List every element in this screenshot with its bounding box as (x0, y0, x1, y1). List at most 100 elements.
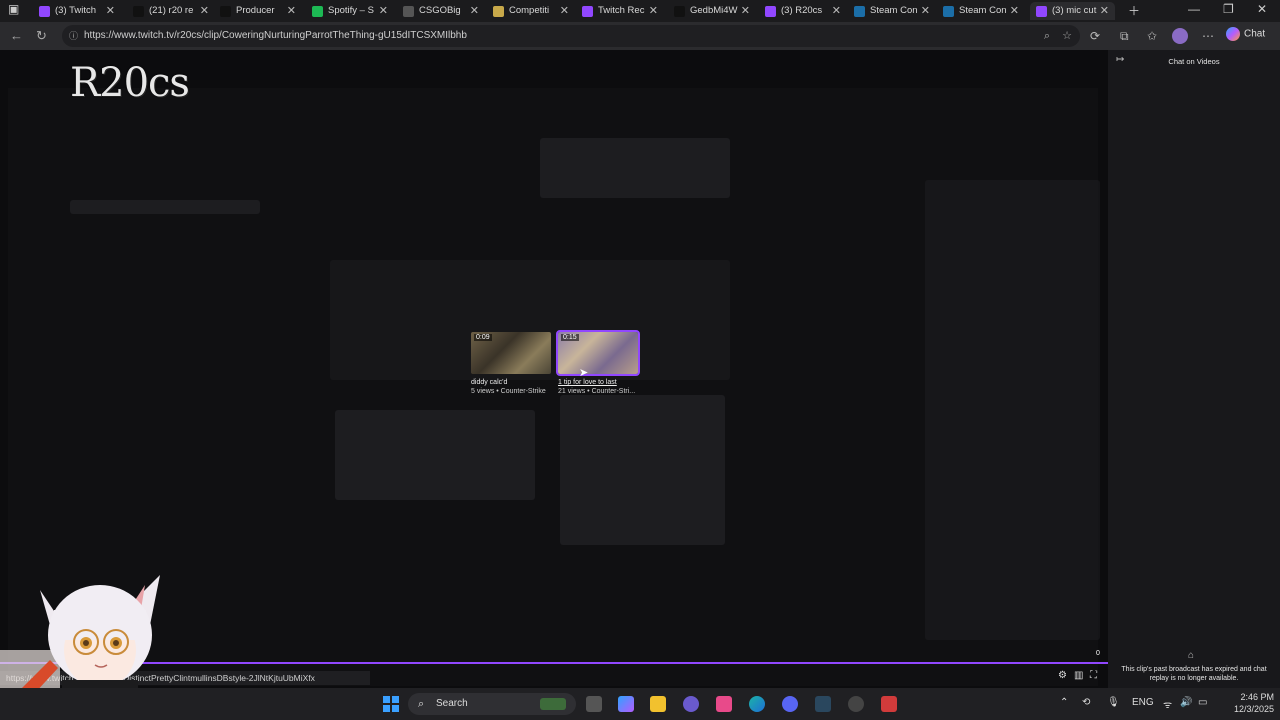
viewer-count: 0 (1096, 650, 1100, 657)
tab-favicon-icon (854, 6, 865, 17)
browser-tab[interactable]: CSGOBig ✕ (397, 2, 485, 20)
close-window-button[interactable]: ✕ (1257, 2, 1267, 16)
refresh-button[interactable]: ↻ (36, 28, 47, 44)
dim-shape (560, 395, 725, 545)
wifi-icon[interactable]: ᯤ (1163, 697, 1172, 711)
app-icon[interactable] (716, 696, 732, 712)
browser-tab[interactable]: (3) mic cut ✕ (1030, 2, 1115, 20)
clip-thumbnail[interactable]: 0:09 (471, 332, 551, 374)
tab-label: (3) mic cut (1052, 5, 1097, 16)
browser-tab[interactable]: Spotify – S ✕ (306, 2, 394, 20)
edge-browser-icon[interactable] (749, 696, 765, 712)
watermark-text: R20cs (70, 60, 190, 106)
tab-close-icon[interactable]: ✕ (379, 2, 388, 20)
browser-tab[interactable]: (21) r20 re ✕ (127, 2, 215, 20)
language-indicator[interactable]: ENG (1132, 697, 1154, 708)
clip-duration: 0:15 (561, 334, 579, 341)
site-info-icon[interactable]: ⓘ (69, 25, 78, 47)
tab-close-icon[interactable]: ✕ (470, 2, 479, 20)
settings-gear-icon[interactable]: ⚙ (1058, 670, 1067, 681)
favorite-star-icon[interactable]: ☆ (1062, 25, 1072, 47)
split-screen-icon[interactable]: ⧉ (1120, 29, 1129, 44)
copilot-chat-button[interactable]: Chat (1226, 27, 1265, 41)
windows-taskbar: ⌕ Search ⌃ ⟲ 🎙 ENG ᯤ 🔊 ▭ 2:46 PM 12/3/20… (0, 688, 1280, 720)
tab-close-icon[interactable]: ✕ (1100, 2, 1109, 20)
profile-avatar[interactable] (1172, 28, 1188, 44)
battery-icon[interactable]: ▭ (1198, 697, 1207, 708)
browser-tab[interactable]: Twitch Rec ✕ (576, 2, 664, 20)
clip-title[interactable]: diddy calc'd (471, 379, 507, 386)
windows-start-icon[interactable] (383, 696, 399, 712)
tab-favicon-icon (220, 6, 231, 17)
microphone-icon[interactable]: 🎙 (1107, 697, 1120, 708)
tab-close-icon[interactable]: ✕ (649, 2, 658, 20)
taskbar-search[interactable]: ⌕ Search (408, 693, 576, 715)
discord-icon[interactable] (782, 696, 798, 712)
chat-button-label: Chat (1244, 28, 1266, 40)
fullscreen-icon[interactable]: ⛶ (1090, 670, 1097, 681)
tab-close-icon[interactable]: ✕ (287, 2, 296, 20)
tab-actions-icon[interactable]: ▣ (8, 2, 19, 16)
copilot-icon (1226, 27, 1240, 41)
zoom-icon[interactable]: ⌕ (1044, 25, 1050, 47)
browser-tab[interactable]: (3) R20cs ✕ (759, 2, 847, 20)
new-tab-button[interactable]: ＋ (1128, 2, 1140, 19)
copilot-app-icon[interactable] (618, 696, 634, 712)
file-explorer-icon[interactable] (650, 696, 666, 712)
search-label: Search (436, 698, 468, 709)
browser-tab[interactable]: Steam Con ✕ (848, 2, 936, 20)
app-icon[interactable] (881, 696, 897, 712)
browser-tab[interactable]: Steam Con ✕ (937, 2, 1025, 20)
url-bar[interactable]: ⓘ https://www.twitch.tv/r20cs/clip/Cower… (62, 25, 1080, 47)
restore-button[interactable]: ❐ (1223, 2, 1234, 16)
tab-favicon-icon (1036, 6, 1047, 17)
extension-icon[interactable]: ⟳ (1090, 29, 1100, 43)
clip-meta: 5 views • Counter-Strike (471, 388, 546, 395)
tab-label: Competiti (509, 5, 550, 16)
tab-close-icon[interactable]: ✕ (106, 2, 115, 20)
tab-favicon-icon (943, 6, 954, 17)
browser-tab[interactable]: Competiti ✕ (487, 2, 575, 20)
favorites-icon[interactable]: ✩ (1147, 29, 1157, 43)
proton-vpn-icon[interactable] (683, 696, 699, 712)
tab-label: Steam Con (959, 5, 1007, 16)
tab-label: (21) r20 re (149, 5, 194, 16)
volume-icon[interactable]: 🔊 (1180, 697, 1192, 708)
url-text: https://www.twitch.tv/r20cs/clip/Cowerin… (84, 30, 467, 41)
obs-icon[interactable] (848, 696, 864, 712)
browser-tab[interactable]: GedbMi4W ✕ (668, 2, 756, 20)
tab-favicon-icon (133, 6, 144, 17)
tab-favicon-icon (39, 6, 50, 17)
tab-close-icon[interactable]: ✕ (560, 2, 569, 20)
minimize-button[interactable]: — (1188, 2, 1200, 16)
tab-favicon-icon (765, 6, 776, 17)
tab-favicon-icon (312, 6, 323, 17)
tray-overflow-icon[interactable]: ⌃ (1060, 697, 1068, 708)
tab-close-icon[interactable]: ✕ (741, 2, 750, 20)
tab-close-icon[interactable]: ✕ (832, 2, 841, 20)
back-button[interactable]: ← (10, 28, 23, 43)
tab-favicon-icon (582, 6, 593, 17)
clip-thumbnail[interactable]: 0:15 (556, 330, 640, 376)
dim-shape (335, 410, 535, 500)
tab-label: (3) Twitch (55, 5, 97, 16)
theatre-mode-icon[interactable]: ▥ (1074, 670, 1083, 681)
clip-title[interactable]: 1 tip for love to last (558, 379, 617, 386)
browser-tab[interactable]: Producer ✕ (214, 2, 302, 20)
more-menu-icon[interactable]: ⋯ (1202, 29, 1214, 43)
tab-close-icon[interactable]: ✕ (921, 2, 930, 20)
chat-panel: ↦ Chat on Videos ⌂ This clip's past broa… (1108, 50, 1280, 688)
address-row: ← ↻ ⓘ https://www.twitch.tv/r20cs/clip/C… (0, 22, 1280, 50)
browser-tab-strip: ▣ (3) Twitch ✕ (21) r20 re ✕ Producer ✕ Spotif… (0, 0, 1280, 22)
taskbar-clock[interactable]: 2:46 PM 12/3/2025 (1214, 691, 1274, 715)
clip-duration: 0:09 (474, 334, 492, 341)
task-view-icon[interactable] (586, 696, 602, 712)
steam-icon[interactable] (815, 696, 831, 712)
clock-date: 12/3/2025 (1233, 704, 1274, 714)
chat-bubble-icon: ⌂ (1188, 650, 1195, 661)
tab-close-icon[interactable]: ✕ (1010, 2, 1019, 20)
dim-shape (70, 200, 260, 214)
tab-close-icon[interactable]: ✕ (200, 2, 209, 20)
browser-tab[interactable]: (3) Twitch ✕ (33, 2, 121, 20)
network-app-icon[interactable]: ⟲ (1082, 697, 1090, 708)
